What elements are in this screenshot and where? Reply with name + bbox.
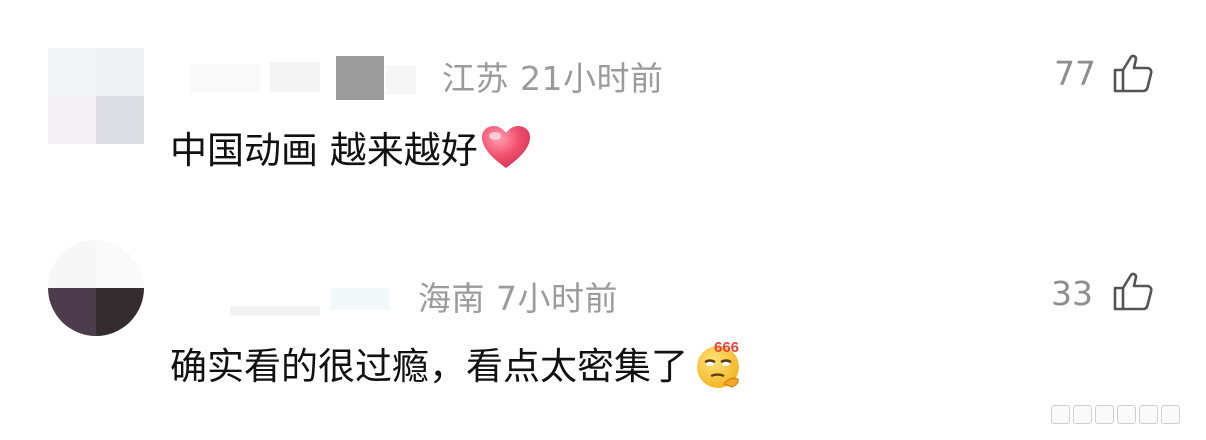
comment-time: 7小时前 — [496, 279, 618, 318]
avatar[interactable] — [48, 48, 144, 144]
username-redacted — [230, 280, 400, 320]
comment-text-content: 确实看的很过瘾，看点太密集了 — [170, 345, 688, 388]
watermark-square — [1095, 405, 1114, 424]
like-count: 33 — [1051, 274, 1093, 313]
svg-text:666: 666 — [714, 339, 739, 356]
smug-666-emoji-icon: 666 — [697, 339, 739, 388]
heart-icon — [481, 126, 530, 168]
watermark-square — [1051, 405, 1070, 424]
comment-location: 江苏 — [442, 59, 509, 98]
comment-meta: 海南 7小时前 — [418, 272, 618, 320]
watermark-square — [1117, 405, 1136, 424]
watermark-square — [1139, 405, 1158, 424]
comment-item: 海南 7小时前 确实看的很过瘾，看点太密集了 666 33 — [0, 218, 1206, 418]
comment-text-content: 中国动画 越来越好 — [170, 129, 478, 172]
avatar[interactable] — [48, 240, 144, 336]
thumbs-up-icon[interactable] — [1112, 53, 1154, 95]
watermark-squares — [1051, 405, 1180, 424]
comment-item: 江苏 21小时前 中国动画 越来越好 77 — [0, 0, 1206, 200]
thumbs-up-icon[interactable] — [1112, 271, 1154, 313]
watermark-square — [1161, 405, 1180, 424]
like-count: 77 — [1054, 54, 1096, 93]
comment-location: 海南 — [418, 279, 485, 318]
comment-meta: 江苏 21小时前 — [442, 52, 664, 100]
comment-time: 21小时前 — [520, 59, 664, 98]
username-redacted — [190, 56, 420, 100]
watermark-square — [1073, 405, 1092, 424]
comment-text: 确实看的很过瘾，看点太密集了 666 — [170, 336, 746, 390]
comment-text: 中国动画 越来越好 — [170, 120, 532, 174]
